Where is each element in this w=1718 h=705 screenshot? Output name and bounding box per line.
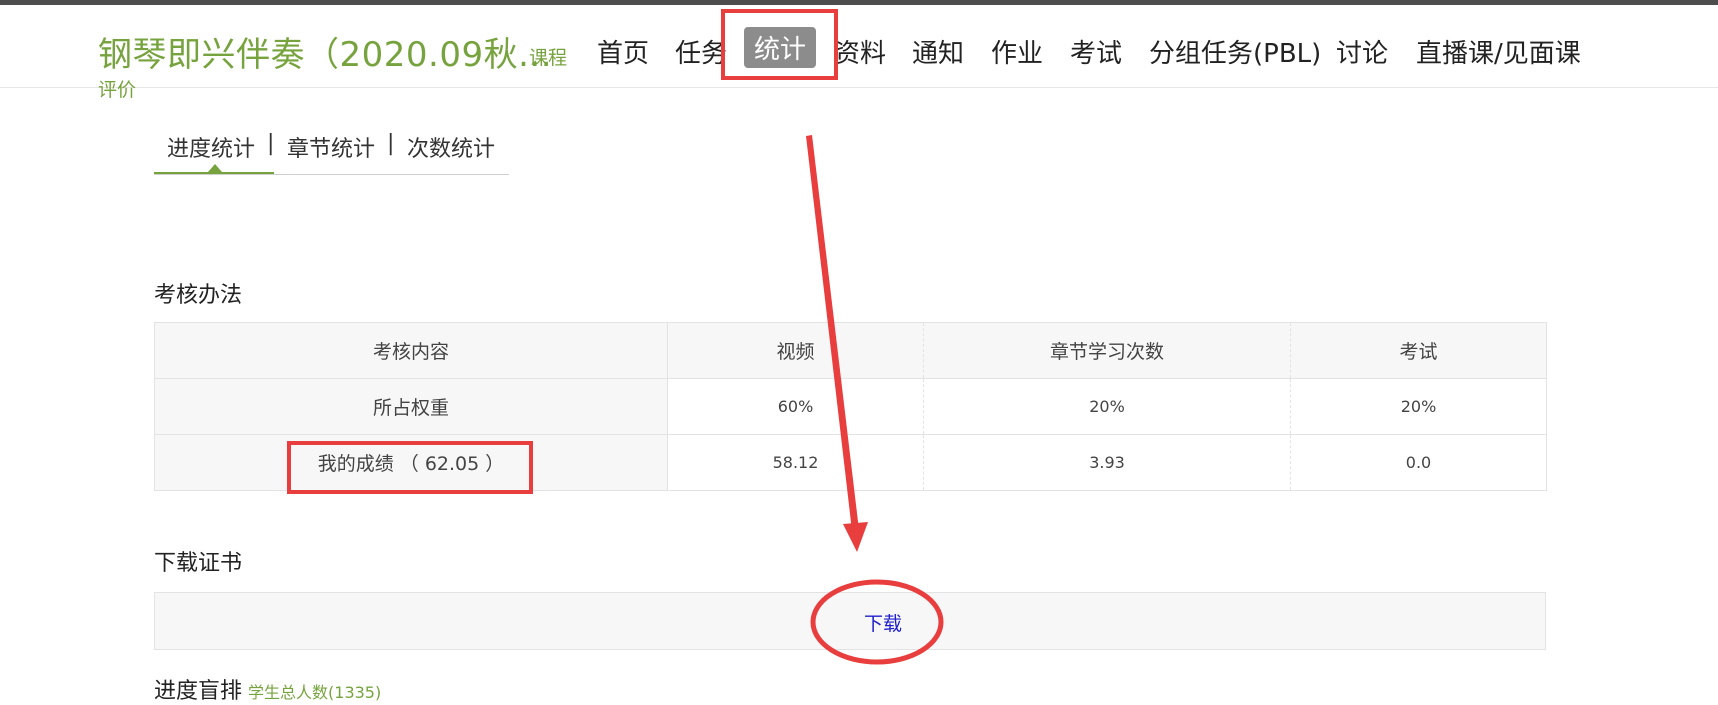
- ranking-title-text: 进度盲排: [154, 679, 243, 704]
- ranking-title: 进度盲排 学生总人数(1335): [154, 673, 381, 705]
- table-cell: 3.93: [923, 434, 1291, 491]
- student-count: 学生总人数(1335): [248, 683, 382, 702]
- certificate-title: 下载证书: [154, 551, 243, 576]
- statistics-subtabs: 进度统计 | 章节统计 | 次数统计: [154, 128, 509, 175]
- nav-home[interactable]: 首页: [597, 33, 649, 70]
- subtab-count[interactable]: 次数统计: [407, 131, 495, 163]
- subtab-progress[interactable]: 进度统计: [167, 131, 255, 163]
- nav-homework[interactable]: 作业: [991, 33, 1043, 70]
- annotation-arrowhead: [843, 522, 868, 552]
- active-tab-underline: [154, 172, 274, 174]
- annotation-highlight-score: [287, 441, 533, 494]
- column-header: 考试: [1290, 322, 1547, 379]
- course-link[interactable]: 课程: [529, 43, 567, 70]
- annotation-highlight-nav: [721, 9, 838, 80]
- table-cell: 60%: [667, 378, 924, 435]
- subtab-separator: |: [267, 131, 275, 156]
- nav-notices[interactable]: 通知: [912, 33, 964, 70]
- subtab-separator: |: [387, 131, 395, 156]
- table-cell: 20%: [923, 378, 1291, 435]
- table-cell: 0.0: [1290, 434, 1547, 491]
- table-cell: 20%: [1290, 378, 1547, 435]
- course-header: 钢琴即兴伴奏（2020.09秋... 课程 评价 首页 任务 统计 资料 通知 …: [0, 5, 1718, 101]
- nav-materials[interactable]: 资料: [834, 33, 886, 70]
- nav-exams[interactable]: 考试: [1070, 33, 1122, 70]
- nav-tasks[interactable]: 任务: [675, 33, 727, 70]
- nav-group-tasks[interactable]: 分组任务(PBL): [1149, 33, 1321, 70]
- nav-live-class[interactable]: 直播课/见面课: [1416, 33, 1581, 70]
- download-certificate-link[interactable]: 下载: [864, 609, 902, 636]
- active-tab-caret: [208, 164, 222, 172]
- table-header-row: 考核内容 视频 章节学习次数 考试: [154, 322, 1547, 379]
- column-header: 视频: [667, 322, 924, 379]
- subtab-chapter[interactable]: 章节统计: [287, 131, 375, 163]
- assessment-title: 考核办法: [154, 283, 243, 308]
- course-title[interactable]: 钢琴即兴伴奏（2020.09秋...: [98, 27, 552, 76]
- table-cell: 58.12: [667, 434, 924, 491]
- table-row: 所占权重 60% 20% 20%: [154, 378, 1547, 435]
- row-label: 所占权重: [154, 378, 668, 435]
- certificate-download-panel: [154, 592, 1546, 650]
- nav-discussion[interactable]: 讨论: [1336, 33, 1388, 70]
- column-header: 考核内容: [154, 322, 668, 379]
- evaluation-link[interactable]: 评价: [98, 75, 136, 102]
- column-header: 章节学习次数: [923, 322, 1291, 379]
